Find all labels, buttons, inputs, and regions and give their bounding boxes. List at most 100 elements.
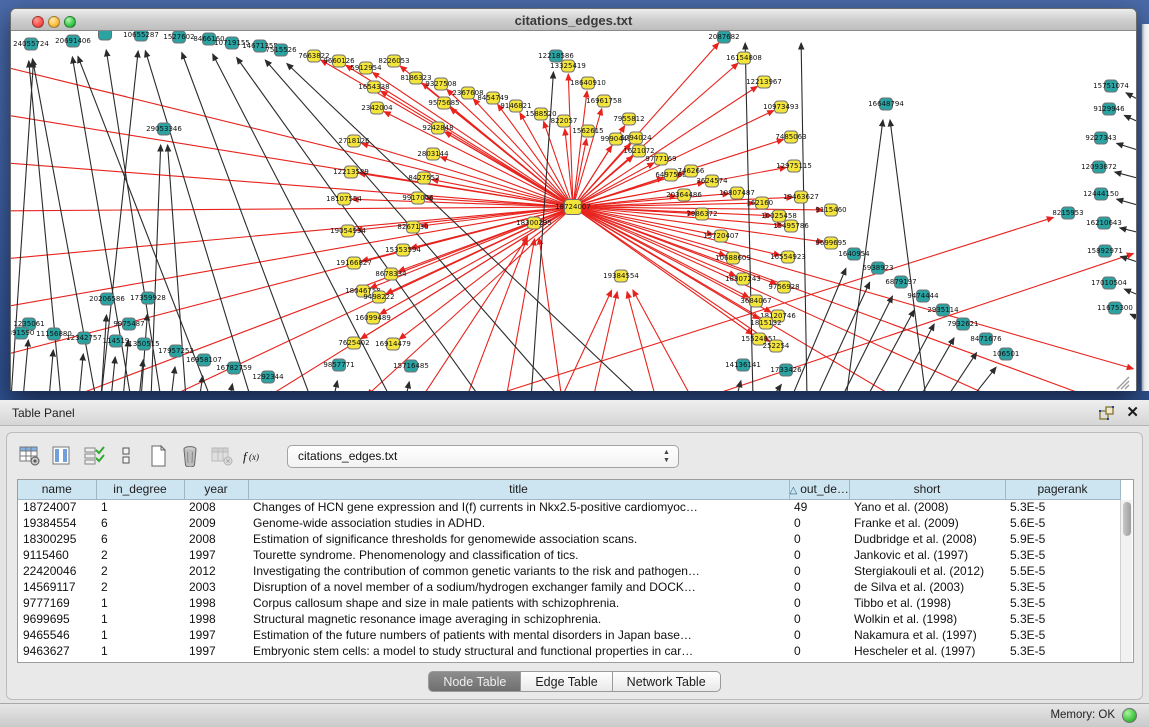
network-node[interactable]: 17359928 xyxy=(130,292,166,304)
tab-node-table[interactable]: Node Table xyxy=(428,671,521,692)
network-node[interactable]: 17010504 xyxy=(1091,277,1127,289)
network-node[interactable]: 3624574 xyxy=(696,175,728,187)
network-node[interactable]: 8678334 xyxy=(375,268,407,280)
network-node[interactable]: 7932621 xyxy=(947,318,978,330)
network-node[interactable]: 16961758 xyxy=(586,95,622,107)
network-node[interactable]: 252254 xyxy=(763,340,790,352)
network-node[interactable]: 20691406 xyxy=(55,35,91,47)
table-row[interactable]: 1872400712008Changes of HCN gene express… xyxy=(18,499,1120,515)
function-builder-button[interactable]: f(x) xyxy=(239,442,269,470)
network-node[interactable]: 16099489 xyxy=(355,312,391,324)
network-window-titlebar[interactable]: citations_edges.txt xyxy=(11,9,1136,31)
network-node[interactable]: 9975487 xyxy=(113,318,144,330)
table-row[interactable]: 1830029562008Estimation of significance … xyxy=(18,531,1120,547)
network-node[interactable]: 19054934 xyxy=(330,225,366,237)
tab-network-table[interactable]: Network Table xyxy=(613,671,721,692)
column-header-name[interactable]: name xyxy=(18,480,96,499)
table-row[interactable]: 946362711997Embryonic stem cells: a mode… xyxy=(18,643,1120,659)
network-node[interactable]: 1640954 xyxy=(838,248,870,260)
network-node[interactable]: 16210643 xyxy=(1086,217,1122,229)
network-node[interactable]: 1350515 xyxy=(128,338,159,350)
network-node[interactable]: 12444150 xyxy=(1083,188,1119,200)
network-node[interactable]: 12093872 xyxy=(1081,161,1117,173)
table-row[interactable]: 1456911722003Disruption of a novel membe… xyxy=(18,579,1120,595)
network-node[interactable]: 12342757 xyxy=(66,332,102,344)
network-node[interactable]: 9115460 xyxy=(815,204,846,216)
network-node[interactable]: 2342004 xyxy=(361,102,393,114)
table-settings-button[interactable] xyxy=(15,442,45,470)
network-node[interactable]: 1654338 xyxy=(358,81,389,93)
network-node[interactable]: 9575685 xyxy=(428,97,459,109)
network-node[interactable]: 106501 xyxy=(993,348,1020,360)
delete-button[interactable] xyxy=(175,442,205,470)
import-table-button[interactable] xyxy=(207,442,237,470)
network-node[interactable]: 7625402 xyxy=(338,337,369,349)
network-node[interactable]: 18640910 xyxy=(570,77,606,89)
network-node[interactable]: 10688609 xyxy=(715,252,751,264)
network-node[interactable]: 391590 xyxy=(11,327,34,339)
network-node[interactable]: 7515526 xyxy=(265,44,297,56)
network-node[interactable]: 13325419 xyxy=(550,60,586,72)
column-header-year[interactable]: year xyxy=(184,480,248,499)
network-node[interactable]: 62160 xyxy=(751,197,773,209)
network-node[interactable]: 9756928 xyxy=(768,281,799,293)
network-node[interactable] xyxy=(99,31,112,40)
network-node[interactable]: 3684067 xyxy=(740,295,771,307)
network-node[interactable]: 18807243 xyxy=(725,273,761,285)
column-header-in_degree[interactable]: in_degree xyxy=(96,480,184,499)
network-node[interactable]: 7986372 xyxy=(686,208,717,220)
column-header-pagerank[interactable]: pagerank xyxy=(1005,480,1120,499)
network-node[interactable]: 12213589 xyxy=(333,166,369,178)
toggle-rows-button[interactable] xyxy=(111,442,141,470)
network-node[interactable]: 10655287 xyxy=(123,31,159,41)
tab-edge-table[interactable]: Edge Table xyxy=(521,671,612,692)
scrollbar-thumb[interactable] xyxy=(1123,502,1131,536)
network-node[interactable]: 2718126 xyxy=(338,135,370,147)
network-node[interactable]: 14136141 xyxy=(725,359,761,371)
network-node[interactable]: 10807487 xyxy=(719,187,755,199)
column-header-title[interactable]: title xyxy=(248,480,789,499)
network-node[interactable]: 7485063 xyxy=(775,131,806,143)
network-node[interactable]: 5938923 xyxy=(862,262,893,274)
network-node[interactable]: 9227343 xyxy=(1085,132,1116,144)
network-node[interactable]: 16154808 xyxy=(726,52,762,64)
network-node[interactable]: 12213967 xyxy=(746,76,782,88)
network-node[interactable]: 9474444 xyxy=(907,290,939,302)
network-node[interactable]: 15892971 xyxy=(1087,245,1123,257)
table-row[interactable]: 1938455462009Genome-wide association stu… xyxy=(18,515,1120,531)
table-row[interactable]: 969969511998Structural magnetic resonanc… xyxy=(18,611,1120,627)
resize-grip-icon[interactable] xyxy=(1121,381,1129,389)
float-panel-icon[interactable] xyxy=(1099,405,1115,421)
network-node[interactable]: 29053346 xyxy=(146,123,182,135)
show-columns-button[interactable] xyxy=(47,442,77,470)
network-node[interactable]: 9777169 xyxy=(645,153,676,165)
table-row[interactable]: 2242004622012Investigating the contribut… xyxy=(18,563,1120,579)
close-panel-icon[interactable]: ✕ xyxy=(1126,403,1139,421)
network-node[interactable]: 9498222 xyxy=(363,291,394,303)
table-select-dropdown[interactable]: citations_edges.txt ▲▼ xyxy=(287,445,679,468)
network-node[interactable]: 9857771 xyxy=(323,359,354,371)
resize-grip-icon[interactable] xyxy=(1125,385,1129,389)
network-node[interactable]: 10973493 xyxy=(763,101,799,113)
table-row[interactable]: 977716911998Corpus callosum shape and si… xyxy=(18,595,1120,611)
network-node[interactable]: 19384554 xyxy=(603,270,639,282)
network-node[interactable]: 9699695 xyxy=(815,237,846,249)
network-node[interactable]: 15720407 xyxy=(703,230,739,242)
network-node[interactable]: 8267130 xyxy=(397,221,428,233)
network-node[interactable]: 9129946 xyxy=(1093,103,1125,115)
network-node[interactable]: 20206586 xyxy=(89,293,125,305)
network-node[interactable]: 8471676 xyxy=(970,333,1002,345)
network-node[interactable]: 1527602 xyxy=(163,31,194,43)
network-node[interactable]: 1292344 xyxy=(252,371,284,383)
column-header-out_de[interactable]: △out_de… xyxy=(789,480,849,499)
network-node[interactable]: 16554923 xyxy=(770,251,806,263)
network-node[interactable]: 11675300 xyxy=(1097,302,1133,314)
network-node[interactable]: 7955812 xyxy=(613,113,644,125)
network-node[interactable]: 2087682 xyxy=(708,31,739,43)
network-node[interactable]: 12975115 xyxy=(776,160,812,172)
table-row[interactable]: 911546021997Tourette syndrome. Phenomeno… xyxy=(18,547,1120,563)
network-node[interactable]: 8215953 xyxy=(1052,207,1083,219)
new-document-button[interactable] xyxy=(143,442,173,470)
network-node[interactable]: 24055724 xyxy=(13,38,49,50)
column-header-short[interactable]: short xyxy=(849,480,1005,499)
